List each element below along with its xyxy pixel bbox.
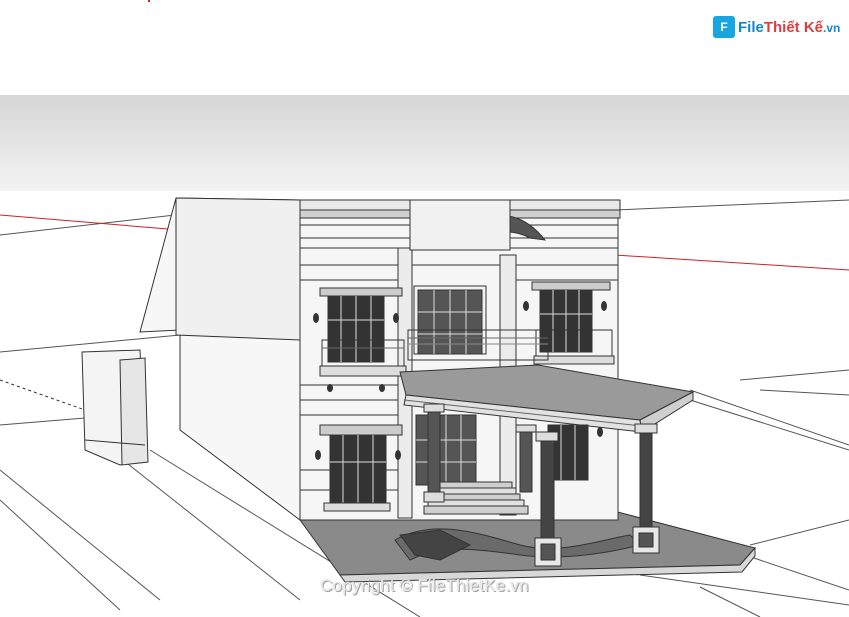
brand-logo: F FileThiết Kế.vn [713, 14, 840, 40]
rear-block [139, 197, 301, 521]
ground-slab [299, 509, 756, 583]
logo-part-file: File [738, 18, 764, 36]
copyright-watermark: Copyright © FileThietKe.vn [320, 576, 529, 595]
logo-text: FileThiết Kế.vn [738, 19, 840, 36]
axis-dashed [0, 379, 86, 411]
3d-viewport[interactable]: F FileThiết Kế.vn Copyright © FileThietK… [0, 0, 849, 617]
logo-part-vn: .vn [823, 20, 841, 35]
red-axis-right [614, 254, 849, 271]
logo-part-thietke: Thiết Kế [763, 18, 824, 36]
file-icon: F [713, 16, 735, 38]
model-scene[interactable] [0, 0, 849, 617]
side-annex [81, 349, 149, 466]
